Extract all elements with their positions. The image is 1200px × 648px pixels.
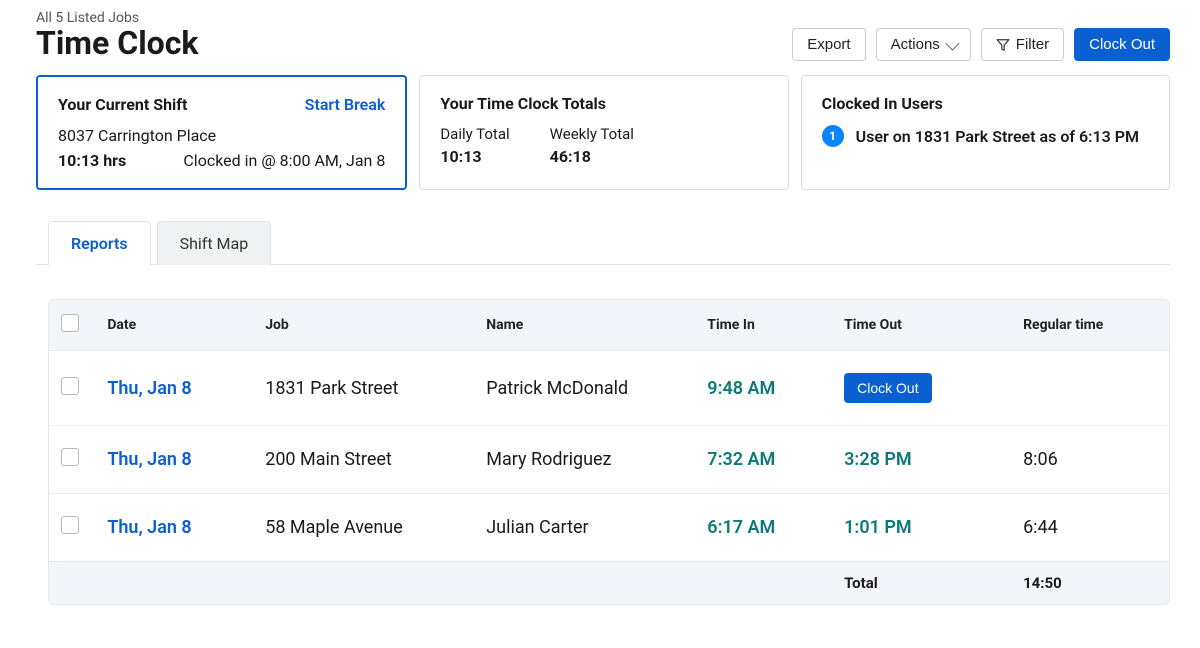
col-header-time-out[interactable]: Time Out (832, 300, 1011, 351)
weekly-total-label: Weekly Total (550, 125, 634, 143)
row-date[interactable]: Thu, Jan 8 (107, 517, 191, 538)
col-header-job[interactable]: Job (253, 300, 474, 351)
filter-label: Filter (1016, 36, 1049, 53)
row-name: Mary Rodriguez (474, 426, 695, 494)
row-time-out[interactable]: 1:01 PM (844, 517, 912, 538)
table-row: Thu, Jan 8 200 Main Street Mary Rodrigue… (49, 426, 1169, 494)
clocked-in-text: User on 1831 Park Street as of 6:13 PM (856, 127, 1139, 146)
daily-total-value: 10:13 (440, 147, 509, 166)
tab-reports[interactable]: Reports (48, 221, 151, 265)
clocked-in-title: Clocked In Users (822, 94, 943, 113)
row-date[interactable]: Thu, Jan 8 (107, 449, 191, 470)
start-break-link[interactable]: Start Break (305, 95, 386, 114)
chevron-down-icon (945, 36, 959, 50)
current-shift-card: Your Current Shift Start Break 8037 Carr… (36, 75, 407, 190)
daily-total-label: Daily Total (440, 125, 509, 143)
row-name: Julian Carter (474, 494, 695, 562)
row-job: 1831 Park Street (253, 351, 474, 426)
page-title: Time Clock (36, 26, 198, 61)
actions-label: Actions (891, 36, 940, 53)
row-checkbox[interactable] (61, 516, 79, 534)
row-job: 58 Maple Avenue (253, 494, 474, 562)
tab-shift-map[interactable]: Shift Map (157, 221, 272, 265)
clocked-in-users-card: Clocked In Users 1 User on 1831 Park Str… (801, 75, 1170, 190)
current-shift-title: Your Current Shift (58, 95, 187, 114)
footer-total-value: 14:50 (1011, 562, 1169, 605)
row-job: 200 Main Street (253, 426, 474, 494)
table-row: Thu, Jan 8 58 Maple Avenue Julian Carter… (49, 494, 1169, 562)
clocked-in-count-badge: 1 (822, 125, 844, 147)
row-regular: 6:44 (1011, 494, 1169, 562)
row-regular (1011, 351, 1169, 426)
row-name: Patrick McDonald (474, 351, 695, 426)
col-header-name[interactable]: Name (474, 300, 695, 351)
row-time-in[interactable]: 7:32 AM (707, 449, 775, 470)
shift-clocked-in: Clocked in @ 8:00 AM, Jan 8 (183, 151, 385, 170)
row-checkbox[interactable] (61, 448, 79, 466)
row-time-in[interactable]: 9:48 AM (707, 378, 775, 399)
shift-hours: 10:13 hrs (58, 151, 126, 170)
totals-title: Your Time Clock Totals (440, 94, 606, 113)
col-header-date[interactable]: Date (95, 300, 253, 351)
filter-icon (996, 38, 1010, 52)
row-checkbox[interactable] (61, 377, 79, 395)
col-header-time-in[interactable]: Time In (695, 300, 832, 351)
select-all-checkbox[interactable] (61, 314, 79, 332)
time-clock-table: Date Job Name Time In Time Out Regular t… (48, 299, 1170, 605)
totals-card: Your Time Clock Totals Daily Total 10:13… (419, 75, 788, 190)
row-date[interactable]: Thu, Jan 8 (107, 378, 191, 399)
tabs: Reports Shift Map (36, 220, 1170, 265)
actions-dropdown[interactable]: Actions (876, 28, 971, 61)
col-header-regular[interactable]: Regular time (1011, 300, 1169, 351)
weekly-total-value: 46:18 (550, 147, 634, 166)
row-time-out[interactable]: 3:28 PM (844, 449, 912, 470)
header-actions: Export Actions Filter Clock Out (792, 28, 1170, 61)
footer-total-label: Total (832, 562, 1011, 605)
clock-out-button[interactable]: Clock Out (1074, 28, 1170, 61)
row-clock-out-button[interactable]: Clock Out (844, 373, 931, 403)
filter-button[interactable]: Filter (981, 28, 1064, 61)
shift-address: 8037 Carrington Place (58, 126, 385, 145)
export-button[interactable]: Export (792, 28, 865, 61)
row-time-in[interactable]: 6:17 AM (707, 517, 775, 538)
row-regular: 8:06 (1011, 426, 1169, 494)
table-row: Thu, Jan 8 1831 Park Street Patrick McDo… (49, 351, 1169, 426)
